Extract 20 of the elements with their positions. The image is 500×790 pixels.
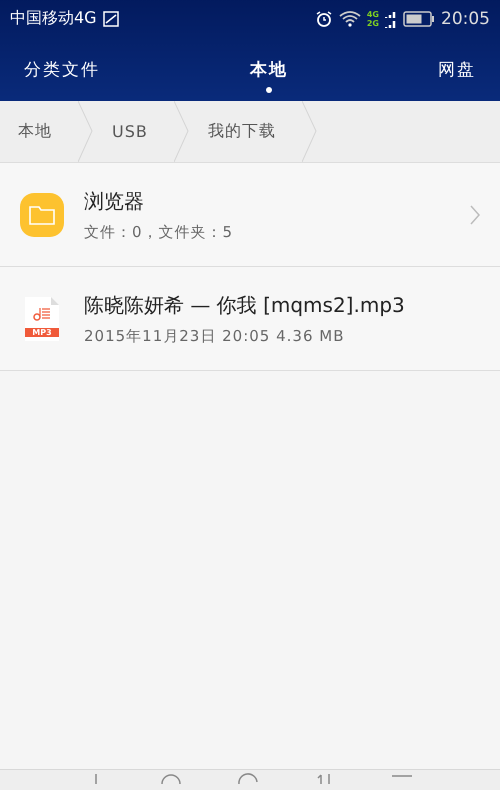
folder-icon — [20, 192, 64, 236]
network-type: 4G 2G — [366, 10, 379, 28]
alarm-clock-icon — [314, 10, 333, 28]
wifi-icon — [338, 10, 361, 26]
carrier-name: 中国移动4G — [10, 8, 97, 29]
image-icon — [102, 10, 119, 26]
tab[interactable]: 本地 — [250, 46, 288, 92]
breadcrumb-item[interactable]: 我的下载 — [190, 101, 318, 162]
audio-file-icon: MP3 — [25, 296, 59, 340]
file-details: 文件：0，文件夹：5 — [84, 222, 234, 242]
tab[interactable]: 网盘 — [438, 46, 476, 92]
breadcrumb-item[interactable]: 本地 — [0, 101, 94, 162]
file-details: 2015年11月23日 20:05 4.36 MB — [84, 326, 346, 346]
file-name: 浏览器 — [84, 188, 145, 214]
chevron-right-icon — [470, 204, 480, 224]
breadcrumb-item[interactable]: USB — [94, 101, 190, 162]
file-name: 陈晓陈妍希 — 你我 [mqms2].mp3 — [84, 292, 406, 318]
battery-icon — [403, 10, 435, 26]
tab[interactable]: 分类文件 — [24, 46, 100, 92]
clock-time: 20:05 — [441, 8, 490, 28]
